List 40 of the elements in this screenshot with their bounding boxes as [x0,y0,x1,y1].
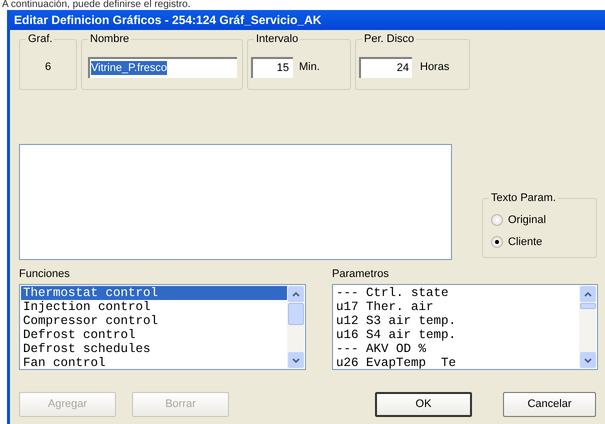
functions-label: Funciones [19,267,71,281]
selected-text: Vitrine_P.fresco [91,61,168,75]
parameter-item[interactable]: u17 Ther. air [334,300,579,314]
text-area[interactable] [19,144,452,260]
unit-label: Horas [420,60,450,75]
graf-value: 6 [44,60,52,76]
function-item[interactable]: Injection control [21,300,287,314]
caption-text: A continuación, puede definirse el registro. [1,0,192,10]
disk-period-field[interactable]: 24 [359,56,412,78]
function-item[interactable]: Defrost control [21,328,287,342]
unit-label: Min. [299,60,320,75]
scrollbar[interactable] [579,286,596,368]
radio-button[interactable] [491,236,503,248]
radio-label[interactable]: Cliente [508,234,542,250]
name-field[interactable]: Vitrine_P.fresco [88,56,237,78]
dialog-button[interactable]: OK [375,392,472,417]
parameter-item[interactable]: --- Ctrl. state [334,286,579,300]
functions-list[interactable]: Thermostat control Injection control Compressor control Defrost control Defrost schedules Fan control [19,284,306,370]
scroll-thumb[interactable] [580,303,596,309]
parameter-item[interactable]: u12 S3 air temp. [334,314,579,328]
scroll-thumb[interactable] [288,303,304,325]
scroll-down-icon[interactable] [580,352,596,368]
dialog-button[interactable]: Cancelar [503,392,596,417]
scroll-up-icon[interactable] [580,286,596,302]
scrollbar[interactable] [287,286,304,368]
parameters-list[interactable]: --- Ctrl. state u17 Ther. air u12 S3 air temp. u16 S4 air temp. --- AKV OD % u26 EvapTemp Te [332,284,598,370]
radio-button[interactable] [491,214,503,226]
interval-field[interactable]: 15 [251,56,293,78]
function-item[interactable]: Defrost schedules [21,342,287,356]
function-item[interactable]: Compressor control [21,314,287,328]
function-item[interactable]: Thermostat control [21,286,287,300]
function-item[interactable]: Fan control [21,356,287,370]
parameter-item[interactable]: u26 EvapTemp Te [334,356,579,370]
scroll-down-icon[interactable] [288,352,304,368]
radio-label[interactable]: Original [508,212,546,228]
window-title: Editar Definicion Gráficos - 254:124 Gráf_Servicio_AK [10,10,605,30]
scroll-up-icon[interactable] [288,286,304,302]
parameter-item[interactable]: u16 S4 air temp. [334,328,579,342]
parameters-label: Parametros [332,267,390,281]
parameter-item[interactable]: --- AKV OD % [334,342,579,356]
